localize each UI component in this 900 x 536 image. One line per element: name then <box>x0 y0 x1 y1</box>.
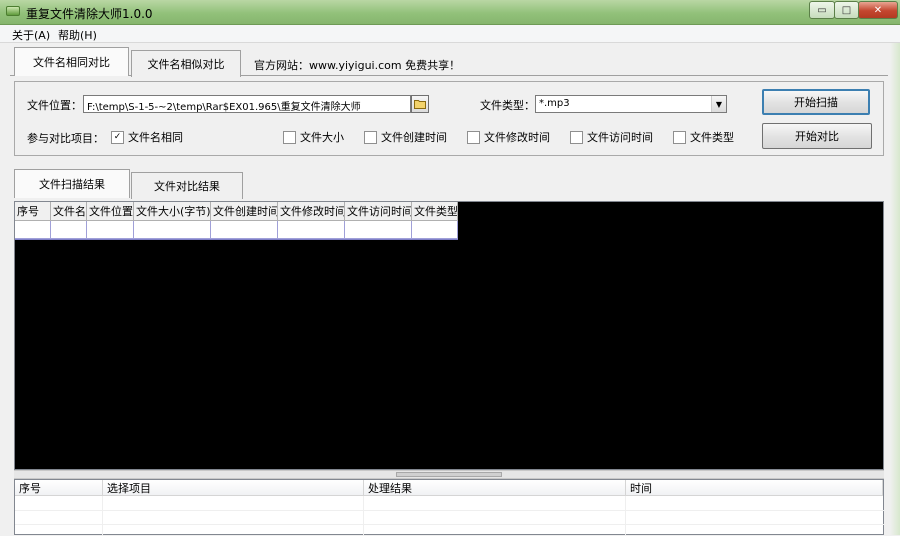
minimize-button[interactable]: ▭ <box>809 1 835 19</box>
splitter-grip[interactable] <box>396 472 502 477</box>
splitter[interactable] <box>14 470 884 479</box>
tab-same-name[interactable]: 文件名相同对比 <box>14 47 129 76</box>
app-icon <box>6 6 20 16</box>
option-label: 文件大小 <box>300 131 344 144</box>
column-header[interactable]: 序号 <box>15 202 51 221</box>
table-cell[interactable] <box>15 221 51 239</box>
column-header[interactable]: 文件访问时间 <box>345 202 412 221</box>
column-header[interactable]: 序号 <box>15 480 103 496</box>
checkbox-checked-icon[interactable]: ✓ <box>111 130 124 144</box>
option-label: 文件访问时间 <box>587 131 653 144</box>
official-site-label: 官方网站：www.yiyigui.com 免费共享！ <box>254 59 461 72</box>
tab-compare-results[interactable]: 文件对比结果 <box>131 172 243 199</box>
option-file-type[interactable]: 文件类型 <box>673 129 734 145</box>
options-panel: 文件位置： F:\temp\S-1-5-~2\temp\Rar$EX01.965… <box>14 81 884 156</box>
close-button[interactable]: ✕ <box>858 1 898 19</box>
option-file-size[interactable]: 文件大小 <box>283 129 344 145</box>
table-cell[interactable] <box>87 221 134 239</box>
table-cell[interactable] <box>51 221 87 239</box>
maximize-button[interactable]: □ <box>834 1 859 19</box>
file-type-value: *.mp3 <box>539 98 570 109</box>
column-header[interactable]: 选择项目 <box>103 480 364 496</box>
maximize-icon: □ <box>841 4 852 16</box>
file-type-dropdown[interactable]: ▼ <box>711 96 726 112</box>
checkbox-icon[interactable] <box>570 130 583 144</box>
table-cell[interactable] <box>412 221 458 239</box>
tab-similar-name[interactable]: 文件名相似对比 <box>131 50 241 77</box>
option-access-time[interactable]: 文件访问时间 <box>570 129 653 145</box>
process-log-list[interactable]: 序号 选择项目 处理结果 时间 <box>14 479 885 536</box>
file-type-label: 文件类型： <box>480 99 535 112</box>
window-title: 重复文件清除大师1.0.0 <box>26 7 153 21</box>
option-modify-time[interactable]: 文件修改时间 <box>467 129 550 145</box>
table-cell[interactable] <box>278 221 345 239</box>
grid-line <box>102 496 103 536</box>
file-location-input[interactable]: F:\temp\S-1-5-~2\temp\Rar$EX01.965\重复文件清… <box>83 95 411 113</box>
option-label: 文件修改时间 <box>484 131 550 144</box>
menu-about[interactable]: 关于(A) <box>12 27 50 43</box>
grid-line <box>15 524 885 525</box>
column-header[interactable]: 文件类型 <box>412 202 458 221</box>
folder-icon <box>414 100 426 109</box>
column-header[interactable]: 文件大小(字节) <box>134 202 211 221</box>
tab-scan-results-label: 文件扫描结果 <box>39 178 105 191</box>
option-label: 文件创建时间 <box>381 131 447 144</box>
option-create-time[interactable]: 文件创建时间 <box>364 129 447 145</box>
tab-compare-results-label: 文件对比结果 <box>154 180 220 193</box>
tab-same-name-label: 文件名相同对比 <box>33 56 110 69</box>
column-header[interactable]: 文件修改时间 <box>278 202 345 221</box>
close-icon: ✕ <box>873 4 883 16</box>
start-compare-button[interactable]: 开始对比 <box>762 123 872 149</box>
checkbox-icon[interactable] <box>364 130 377 144</box>
table-cell[interactable] <box>134 221 211 239</box>
file-location-label: 文件位置： <box>27 99 82 112</box>
grid-line <box>625 496 626 536</box>
table-cell[interactable] <box>345 221 412 239</box>
checkbox-icon[interactable] <box>283 130 296 144</box>
minimize-icon: ▭ <box>817 4 827 16</box>
title-bar[interactable]: 重复文件清除大师1.0.0 ▭ □ ✕ <box>0 0 900 25</box>
column-header[interactable]: 文件位置 <box>87 202 134 221</box>
window-border <box>890 43 900 535</box>
checkbox-icon[interactable] <box>467 130 480 144</box>
column-header[interactable]: 文件创建时间 <box>211 202 278 221</box>
grid-line <box>363 496 364 536</box>
column-header[interactable]: 处理结果 <box>364 480 626 496</box>
tab-similar-name-label: 文件名相似对比 <box>147 58 225 71</box>
table-cell[interactable] <box>211 221 278 239</box>
scan-results-grid[interactable]: 序号 文件名 文件位置 文件大小(字节) 文件创建时间 文件修改时间 文件访问时… <box>14 201 884 470</box>
option-label: 文件名相同 <box>128 131 183 144</box>
grid-line <box>15 510 885 511</box>
checkbox-icon[interactable] <box>673 130 686 144</box>
option-label: 文件类型 <box>690 131 734 144</box>
option-same-name[interactable]: ✓ 文件名相同 <box>111 129 183 145</box>
tab-scan-results[interactable]: 文件扫描结果 <box>14 169 130 198</box>
menu-help[interactable]: 帮助(H) <box>58 27 97 43</box>
browse-folder-button[interactable] <box>411 95 429 113</box>
chevron-down-icon: ▼ <box>715 99 723 109</box>
column-header[interactable]: 时间 <box>626 480 883 496</box>
compare-items-label: 参与对比项目： <box>27 132 104 145</box>
menu-bar: 关于(A) 帮助(H) <box>0 25 900 43</box>
start-scan-button[interactable]: 开始扫描 <box>762 89 870 115</box>
column-header[interactable]: 文件名 <box>51 202 87 221</box>
file-type-select[interactable]: *.mp3 <box>535 95 727 113</box>
